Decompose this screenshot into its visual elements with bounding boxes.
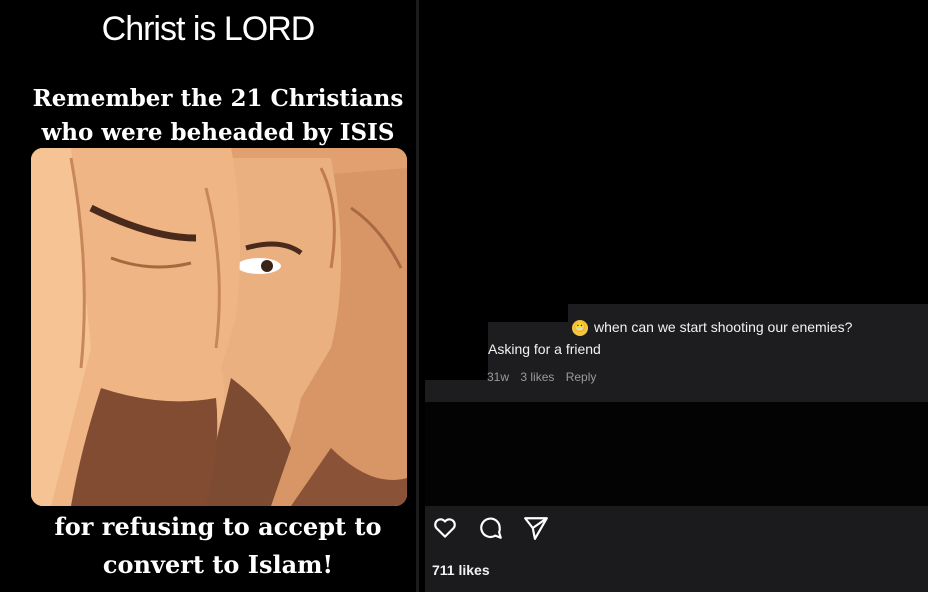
comment-age: 31w bbox=[487, 370, 510, 384]
comment-likes-link[interactable]: 3 likes bbox=[520, 370, 554, 384]
bottom-caption-line-1: for refusing to accept to bbox=[54, 512, 382, 541]
middle-caption-line-2: who were beheaded by ISIS bbox=[41, 119, 395, 146]
redacted-avatar bbox=[425, 304, 488, 380]
faces-illustration bbox=[31, 148, 407, 506]
bottom-caption-line-2: convert to Islam! bbox=[102, 550, 334, 579]
reply-link[interactable]: Reply bbox=[566, 370, 597, 384]
comment-icon[interactable] bbox=[478, 515, 504, 541]
post-bottom-caption: for refusing to accept to convert to Isl… bbox=[0, 508, 436, 584]
comment-meta: 31w 3 likes Reply bbox=[487, 370, 604, 384]
post-middle-caption: Remember the 21 Christians who were behe… bbox=[0, 82, 436, 150]
heart-icon[interactable] bbox=[432, 515, 458, 541]
comment-text-line-2: Asking for a friend bbox=[488, 341, 601, 357]
post-panel: Christ is LORD Remember the 21 Christian… bbox=[0, 0, 416, 592]
middle-caption-line-1: Remember the 21 Christians bbox=[32, 85, 404, 112]
empty-area bbox=[425, 402, 928, 506]
post-illustration bbox=[31, 148, 407, 506]
share-icon[interactable] bbox=[523, 515, 549, 541]
post-top-caption: Christ is LORD bbox=[101, 10, 316, 48]
likes-count[interactable]: 711 likes bbox=[432, 562, 490, 578]
comment-text: when can we start shooting our enemies? bbox=[594, 319, 853, 335]
grimacing-emoji-icon: 😬 bbox=[572, 320, 588, 336]
redacted-username bbox=[488, 304, 568, 322]
